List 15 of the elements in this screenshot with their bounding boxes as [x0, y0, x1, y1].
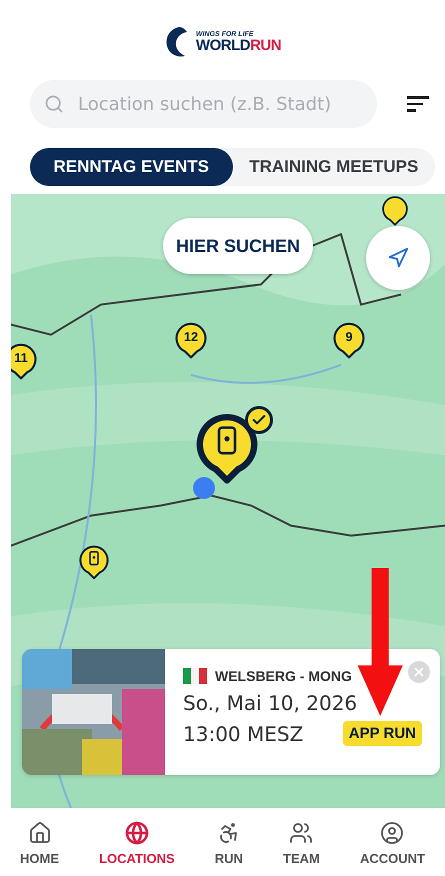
- nav-tab[interactable]: TEAM: [277, 820, 326, 866]
- search-field[interactable]: Location suchen (z.B. Stadt): [30, 80, 377, 128]
- logo-run: RUN: [250, 36, 282, 54]
- search-icon: [44, 94, 64, 114]
- globe-icon: [124, 820, 149, 844]
- home-icon: [28, 820, 52, 844]
- tab[interactable]: TRAINING MEETUPS: [232, 148, 435, 186]
- nav-tab[interactable]: ACCOUNT: [354, 820, 431, 866]
- logo-world: WORLD: [196, 36, 250, 54]
- nav-tab[interactable]: HOME: [14, 820, 66, 866]
- people-icon: [289, 820, 314, 844]
- nav-tab[interactable]: LOCATIONS: [93, 820, 181, 866]
- tab[interactable]: RENNTAG EVENTS: [30, 148, 232, 186]
- user-icon: [380, 820, 404, 844]
- nav-tab[interactable]: RUN: [208, 820, 249, 866]
